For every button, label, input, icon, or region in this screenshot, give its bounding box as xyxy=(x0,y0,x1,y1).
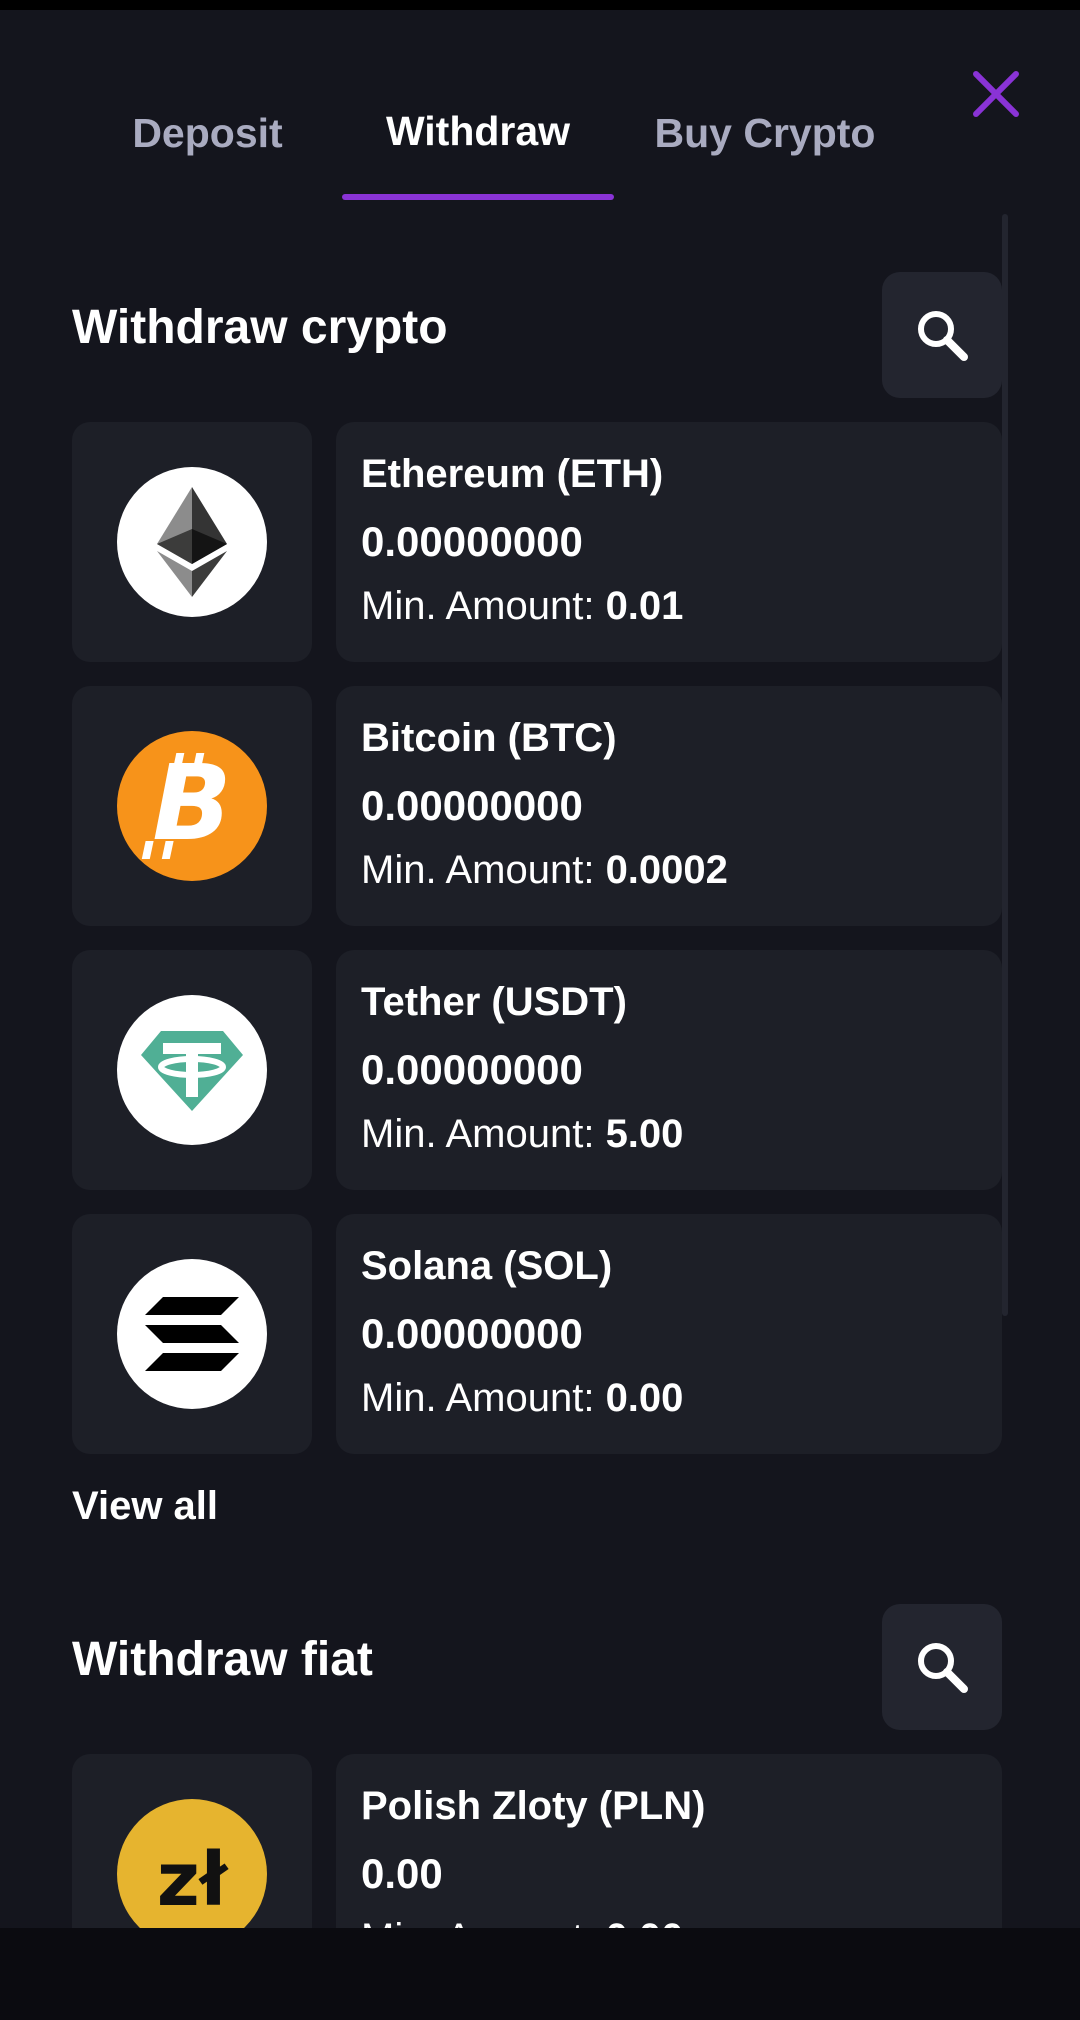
min-amount-label: Min. Amount: xyxy=(361,1916,594,1928)
crypto-item-sol[interactable]: Solana (SOL) 0.00000000 Min. Amount: 0.0… xyxy=(72,1214,1002,1454)
min-amount: Min. Amount: 0.0002 xyxy=(361,848,728,893)
solana-icon xyxy=(117,1259,267,1409)
coin-icon-card: B xyxy=(72,686,312,926)
tab-buy-crypto[interactable]: Buy Crypto xyxy=(640,96,890,214)
scrollbar[interactable] xyxy=(1002,214,1008,1316)
coin-info-card: Polish Zloty (PLN) 0.00 Min. Amount: 0.0… xyxy=(336,1754,1002,1928)
coin-icon-card xyxy=(72,950,312,1190)
min-amount-value: 0.00 xyxy=(605,1376,684,1420)
coin-name: Tether (USDT) xyxy=(361,980,627,1024)
min-amount-value: 0.00 xyxy=(606,1916,684,1928)
svg-text:zł: zł xyxy=(157,1837,229,1923)
min-amount-label: Min. Amount: xyxy=(361,1376,595,1420)
zloty-icon: zł xyxy=(117,1799,267,1928)
ethereum-icon xyxy=(117,467,267,617)
coin-name: Bitcoin (BTC) xyxy=(361,716,617,760)
bitcoin-icon: B xyxy=(117,731,267,881)
fiat-search-button[interactable] xyxy=(882,1604,1002,1730)
coin-name: Polish Zloty (PLN) xyxy=(361,1784,706,1828)
coin-balance: 0.00 xyxy=(361,1850,443,1897)
min-amount: Min. Amount: 5.00 xyxy=(361,1112,683,1157)
coin-info-card: Tether (USDT) 0.00000000 Min. Amount: 5.… xyxy=(336,950,1002,1190)
search-icon xyxy=(918,1643,968,1693)
close-icon xyxy=(973,71,1019,117)
close-button[interactable] xyxy=(968,66,1024,122)
tab-bar: Deposit Withdraw Buy Crypto xyxy=(0,96,1080,200)
min-amount-value: 5.00 xyxy=(605,1112,684,1156)
navigation-bar xyxy=(0,1928,1080,2020)
min-amount-value: 0.0002 xyxy=(605,848,728,892)
coin-balance: 0.00000000 xyxy=(361,782,583,829)
search-icon xyxy=(918,311,968,361)
min-amount-value: 0.01 xyxy=(605,584,684,628)
crypto-item-eth[interactable]: Ethereum (ETH) 0.00000000 Min. Amount: 0… xyxy=(72,422,1002,662)
coin-balance: 0.00000000 xyxy=(361,518,583,565)
min-amount-label: Min. Amount: xyxy=(361,584,595,628)
status-bar xyxy=(0,0,1080,10)
coin-info-card: Ethereum (ETH) 0.00000000 Min. Amount: 0… xyxy=(336,422,1002,662)
active-tab-indicator xyxy=(342,194,614,200)
coin-balance: 0.00000000 xyxy=(361,1046,583,1093)
coin-name: Solana (SOL) xyxy=(361,1244,613,1288)
coin-balance: 0.00000000 xyxy=(361,1310,583,1357)
crypto-item-usdt[interactable]: Tether (USDT) 0.00000000 Min. Amount: 5.… xyxy=(72,950,1002,1190)
coin-info-card: Bitcoin (BTC) 0.00000000 Min. Amount: 0.… xyxy=(336,686,1002,926)
section-title-crypto: Withdraw crypto xyxy=(72,301,448,354)
fiat-list: zł Polish Zloty (PLN) 0.00 Min. Amount: … xyxy=(0,1740,1080,1928)
fiat-item-pln[interactable]: zł Polish Zloty (PLN) 0.00 Min. Amount: … xyxy=(72,1754,1002,1928)
coin-info-card: Solana (SOL) 0.00000000 Min. Amount: 0.0… xyxy=(336,1214,1002,1454)
min-amount-label: Min. Amount: xyxy=(361,1112,595,1156)
section-title-fiat: Withdraw fiat xyxy=(72,1633,373,1686)
crypto-search-button[interactable] xyxy=(882,272,1002,398)
min-amount: Min. Amount: 0.00 xyxy=(361,1376,683,1421)
min-amount: Min. Amount: 0.01 xyxy=(361,584,683,629)
crypto-item-btc[interactable]: B Bitcoin (BTC) 0.00000000 Min. Amount: … xyxy=(72,686,1002,926)
min-amount: Min. Amount: 0.00 xyxy=(361,1916,683,1928)
view-all-link[interactable]: View all xyxy=(72,1484,218,1529)
tab-deposit[interactable]: Deposit xyxy=(100,96,315,214)
min-amount-label: Min. Amount: xyxy=(361,848,595,892)
coin-name: Ethereum (ETH) xyxy=(361,452,664,496)
coin-icon-card: zł xyxy=(72,1754,312,1928)
svg-text:B: B xyxy=(152,742,231,864)
tether-icon xyxy=(117,995,267,1145)
coin-icon-card xyxy=(72,422,312,662)
coin-icon-card xyxy=(72,1214,312,1454)
